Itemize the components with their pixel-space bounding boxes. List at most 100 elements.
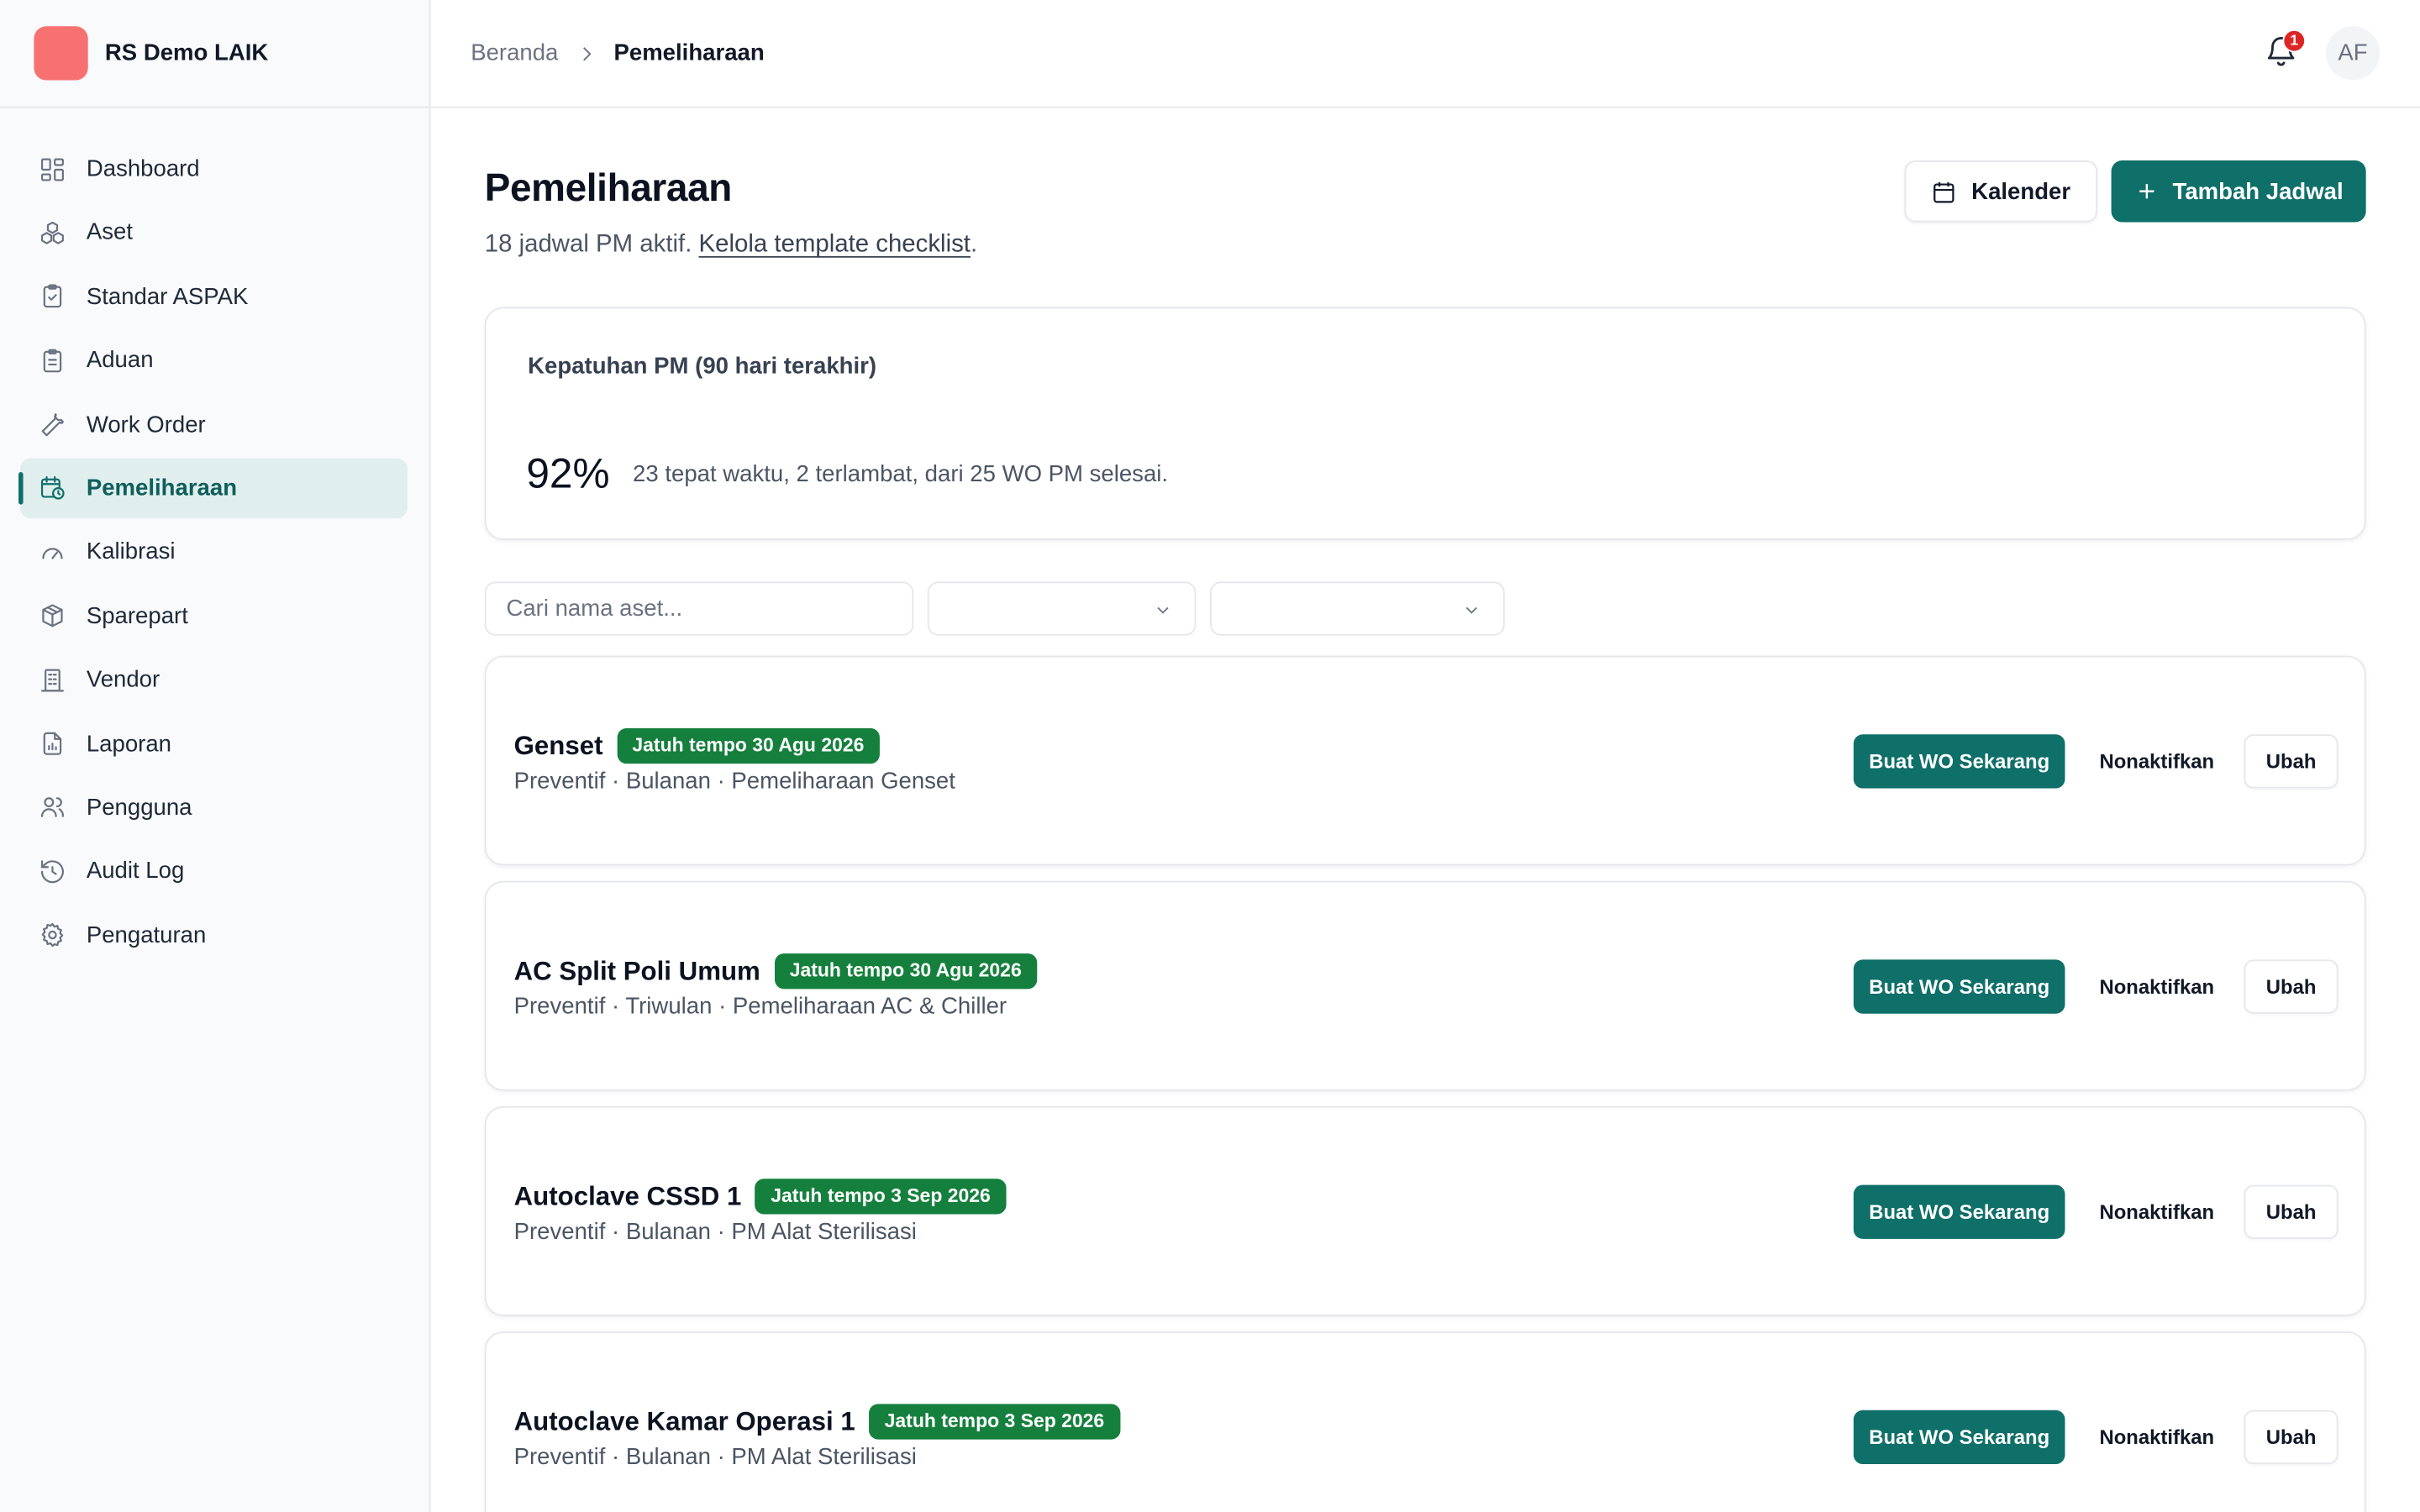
- schedule-card: Genset Jatuh tempo 30 Agu 2026 Preventif …: [484, 655, 2366, 866]
- due-badge: Jatuh tempo 30 Agu 2026: [617, 727, 880, 764]
- users-icon: [39, 794, 66, 822]
- edit-button[interactable]: Ubah: [2244, 734, 2338, 789]
- schedule-name: Autoclave Kamar Operasi 1: [513, 1407, 855, 1436]
- edit-button[interactable]: Ubah: [2244, 959, 2338, 1014]
- compliance-card: Kepatuhan PM (90 hari terakhir) 92% 23 t…: [484, 307, 2366, 540]
- filter-select-1[interactable]: [927, 581, 1197, 636]
- sidebar-item-vendor[interactable]: Vendor: [20, 649, 408, 710]
- schedule-name: Genset: [513, 731, 603, 761]
- wrench-icon: [39, 411, 66, 438]
- dashboard-icon: [39, 155, 66, 183]
- sidebar-item-standar-aspak[interactable]: Standar ASPAK: [20, 266, 408, 327]
- sidebar-item-pemeliharaan[interactable]: Pemeliharaan: [18, 458, 408, 519]
- sidebar-item-aduan[interactable]: Aduan: [20, 330, 408, 391]
- topbar: Beranda Pemeliharaan 1 AF: [430, 0, 2420, 108]
- sidebar-item-aset[interactable]: Aset: [20, 202, 408, 263]
- filter-select-2[interactable]: [1209, 581, 1505, 636]
- gauge-icon: [39, 538, 66, 566]
- chevron-down-icon: [1465, 606, 1477, 614]
- breadcrumb-current: Pemeliharaan: [613, 39, 765, 66]
- avatar[interactable]: AF: [2325, 26, 2381, 81]
- chevron-right-icon: [576, 43, 597, 65]
- checklist-template-link[interactable]: Kelola template checklist: [699, 232, 971, 258]
- due-badge: Jatuh tempo 3 Sep 2026: [755, 1179, 1007, 1215]
- sidebar-item-pengguna[interactable]: Pengguna: [20, 778, 408, 838]
- assets-icon: [39, 219, 66, 247]
- page-title: Pemeliharaan: [484, 166, 733, 210]
- schedule-name-row: Autoclave Kamar Operasi 1 Jatuh tempo 3 S…: [513, 1404, 1120, 1440]
- sidebar-item-label: Kalibrasi: [86, 538, 176, 565]
- sidebar-item-label: Aduan: [86, 347, 154, 374]
- notification-badge: 1: [2282, 29, 2307, 53]
- schedule-meta: Preventif · Bulanan · PM Alat Sterilisas…: [513, 1444, 917, 1471]
- package-icon: [39, 602, 66, 630]
- sidebar-item-label: Dashboard: [86, 155, 200, 182]
- due-badge: Jatuh tempo 30 Agu 2026: [774, 953, 1038, 990]
- sidebar-item-kalibrasi[interactable]: Kalibrasi: [20, 522, 408, 582]
- sidebar-item-label: Sparepart: [86, 602, 188, 629]
- chevron-down-icon: [1157, 606, 1169, 614]
- schedule-meta: Preventif · Triwulan · Pemeliharaan AC &…: [513, 993, 1007, 1021]
- create-wo-button[interactable]: Buat WO Sekarang: [1853, 1410, 2065, 1465]
- calendar-clock-icon: [39, 475, 66, 502]
- page-subtitle: 18 jadwal PM aktif. Kelola template chec…: [485, 232, 977, 260]
- sidebar-item-label: Pengaturan: [86, 921, 207, 948]
- due-badge: Jatuh tempo 3 Sep 2026: [869, 1404, 1120, 1440]
- compliance-note: 23 tepat waktu, 2 terlambat, dari 25 WO …: [633, 461, 1169, 488]
- sidebar-item-dashboard[interactable]: Dashboard: [20, 139, 408, 199]
- edit-button[interactable]: Ubah: [2244, 1410, 2338, 1465]
- breadcrumb: Beranda Pemeliharaan: [471, 40, 764, 66]
- calendar-icon: [1933, 181, 1955, 202]
- create-wo-button[interactable]: Buat WO Sekarang: [1853, 959, 2065, 1014]
- sidebar-item-label: Vendor: [86, 666, 160, 693]
- sidebar-item-label: Pemeliharaan: [86, 475, 238, 501]
- schedule-name: Autoclave CSSD 1: [513, 1181, 742, 1211]
- schedule-meta: Preventif · Bulanan · PM Alat Sterilisas…: [513, 1218, 917, 1246]
- add-schedule-label: Tambah Jadwal: [2172, 178, 2344, 205]
- main-content: Pemeliharaan 18 jadwal PM aktif. Kelola …: [430, 108, 2420, 1512]
- brand-name: RS Demo LAIK: [104, 39, 269, 66]
- create-wo-button[interactable]: Buat WO Sekarang: [1853, 734, 2065, 789]
- calendar-button[interactable]: Kalender: [1904, 160, 2098, 223]
- deactivate-button[interactable]: Nonaktifkan: [2084, 734, 2230, 788]
- brand-logo: [34, 26, 88, 81]
- sidebar-item-sparepart[interactable]: Sparepart: [20, 585, 408, 646]
- sidebar-item-label: Audit Log: [86, 858, 185, 885]
- schedule-card: Autoclave CSSD 1 Jatuh tempo 3 Sep 2026 P…: [484, 1105, 2366, 1316]
- compliance-value: 92%: [526, 450, 610, 497]
- sidebar-item-label: Work Order: [86, 411, 206, 438]
- file-chart-icon: [39, 730, 66, 758]
- search-input[interactable]: [484, 581, 914, 636]
- clipboard-list-icon: [39, 347, 66, 375]
- schedule-name: AC Split Poli Umum: [513, 956, 760, 986]
- sidebar-item-work-order[interactable]: Work Order: [20, 394, 408, 454]
- schedule-meta: Preventif · Bulanan · Pemeliharaan Gense…: [513, 768, 955, 795]
- compliance-label: Kepatuhan PM (90 hari terakhir): [528, 353, 877, 380]
- sidebar-item-audit-log[interactable]: Audit Log: [20, 842, 408, 902]
- breadcrumb-home[interactable]: Beranda: [471, 40, 558, 66]
- sidebar-item-label: Standar ASPAK: [86, 283, 249, 310]
- sidebar-nav: Dashboard Aset Standar ASPAK Aduan Work …: [0, 108, 429, 966]
- building-icon: [39, 666, 66, 694]
- schedule-name-row: Autoclave CSSD 1 Jatuh tempo 3 Sep 2026: [513, 1179, 1007, 1215]
- deactivate-button[interactable]: Nonaktifkan: [2084, 1410, 2230, 1464]
- create-wo-button[interactable]: Buat WO Sekarang: [1853, 1184, 2065, 1239]
- plus-icon: [2139, 184, 2154, 199]
- sidebar-item-laporan[interactable]: Laporan: [20, 714, 408, 774]
- gear-icon: [39, 921, 66, 949]
- deactivate-button[interactable]: Nonaktifkan: [2084, 959, 2230, 1013]
- schedule-card: Autoclave Kamar Operasi 1 Jatuh tempo 3 S…: [484, 1331, 2366, 1512]
- subtitle-text: 18 jadwal PM aktif.: [484, 231, 699, 258]
- schedule-name-row: AC Split Poli Umum Jatuh tempo 30 Agu 202…: [513, 953, 1038, 990]
- sidebar-item-pengaturan[interactable]: Pengaturan: [20, 906, 408, 966]
- subtitle-suffix: .: [970, 231, 978, 258]
- edit-button[interactable]: Ubah: [2244, 1184, 2338, 1239]
- sidebar-item-label: Laporan: [86, 730, 171, 757]
- add-schedule-button[interactable]: Tambah Jadwal: [2111, 160, 2366, 223]
- schedule-card: AC Split Poli Umum Jatuh tempo 30 Agu 202…: [484, 880, 2366, 1091]
- deactivate-button[interactable]: Nonaktifkan: [2084, 1185, 2230, 1239]
- calendar-button-label: Kalender: [1971, 178, 2071, 205]
- sidebar: RS Demo LAIK Dashboard Aset Standar ASPA…: [0, 0, 431, 1512]
- brand[interactable]: RS Demo LAIK: [0, 0, 429, 108]
- notification-button[interactable]: 1: [2264, 29, 2307, 71]
